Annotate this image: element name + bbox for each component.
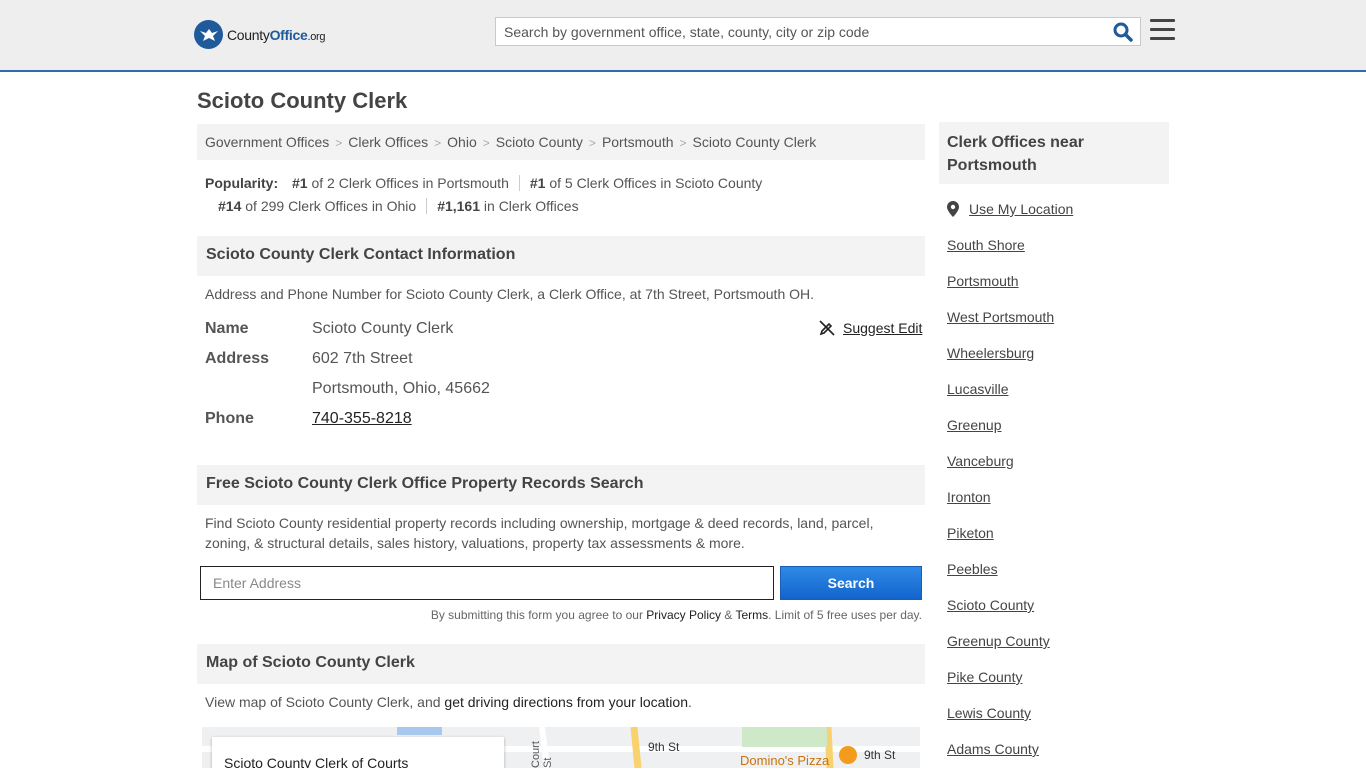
popularity-item: #14 of 299 Clerk Offices in Ohio (218, 198, 417, 214)
breadcrumb-item-scioto-county[interactable]: Scioto County (496, 134, 583, 150)
popularity-divider (518, 175, 520, 191)
nearby-link-portsmouth[interactable]: Portsmouth (947, 273, 1019, 289)
nearby-link-wheelersburg[interactable]: Wheelersburg (947, 345, 1034, 361)
list-item: Lewis County (947, 705, 1054, 741)
list-item: Adams County (947, 741, 1054, 777)
list-item: Portsmouth (947, 273, 1054, 309)
site-search-input[interactable] (496, 18, 1106, 45)
list-item: Pike County (947, 669, 1054, 705)
nearby-link-lewis-county[interactable]: Lewis County (947, 705, 1031, 721)
suggest-edit-link[interactable]: Suggest Edit (819, 320, 922, 336)
map-section-heading: Map of Scioto County Clerk (197, 644, 925, 684)
breadcrumb-item-portsmouth[interactable]: Portsmouth (602, 134, 674, 150)
nearby-link-scioto-county[interactable]: Scioto County (947, 597, 1034, 613)
breadcrumb-item-ohio[interactable]: Ohio (447, 134, 477, 150)
popularity-divider (426, 198, 428, 214)
list-item: Greenup County (947, 633, 1054, 669)
breadcrumb-separator: > (482, 136, 490, 150)
nearby-link-greenup-county[interactable]: Greenup County (947, 633, 1050, 649)
popularity-label: Popularity: (205, 175, 279, 191)
list-item: Piketon (947, 525, 1054, 561)
breadcrumb-item-current: Scioto County Clerk (692, 134, 817, 150)
search-icon[interactable] (1113, 22, 1133, 42)
name-value: Scioto County Clerk (312, 320, 454, 337)
phone-label: Phone (205, 410, 254, 427)
popularity-item: #1 of 5 Clerk Offices in Scioto County (529, 175, 763, 191)
map-embed[interactable]: 9th St 9th St Court St Domino's Pizza Sc… (202, 727, 920, 768)
site-search (495, 17, 1141, 46)
suggest-edit-label: Suggest Edit (843, 320, 923, 336)
page-title: Scioto County Clerk (197, 88, 408, 113)
site-header: CountyOffice.org (0, 0, 1366, 72)
nearby-link-piketon[interactable]: Piketon (947, 525, 994, 541)
sidebar-heading: Clerk Offices near Portsmouth (939, 122, 1169, 184)
edit-off-icon (819, 320, 835, 336)
breadcrumb: Government Offices > Clerk Offices > Ohio > Sc… (197, 124, 925, 160)
list-item: Peebles (947, 561, 1054, 597)
address-line1: 602 7th Street (312, 350, 413, 367)
property-description-line2: zoning, & structural details, sales hist… (205, 535, 745, 551)
map-poi-label: Domino's Pizza (740, 753, 830, 768)
nearby-link-pike-county[interactable]: Pike County (947, 669, 1022, 685)
contact-section-heading: Scioto County Clerk Contact Information (197, 236, 925, 276)
privacy-policy-link[interactable]: Privacy Policy (646, 608, 721, 622)
logo-text: CountyOffice.org (227, 26, 326, 43)
nearby-link-south-shore[interactable]: South Shore (947, 237, 1025, 253)
popularity-rankings: Popularity: #1 of 2 Clerk Offices in Por… (205, 172, 925, 218)
terms-link[interactable]: Terms (735, 608, 768, 622)
breadcrumb-item-government-offices[interactable]: Government Offices (205, 134, 329, 150)
breadcrumb-separator: > (434, 136, 442, 150)
list-item: Lucasville (947, 381, 1054, 417)
list-item: South Shore (947, 237, 1054, 273)
name-label: Name (205, 320, 249, 337)
map-street-label: 9th St (648, 740, 680, 754)
nearby-link-ironton[interactable]: Ironton (947, 489, 991, 505)
contact-description: Address and Phone Number for Scioto Coun… (205, 286, 815, 302)
map-description: View map of Scioto County Clerk, and get… (205, 694, 692, 710)
form-disclaimer: By submitting this form you agree to our… (430, 608, 922, 622)
nearby-link-west-portsmouth[interactable]: West Portsmouth (947, 309, 1054, 325)
use-my-location-link[interactable]: Use My Location (947, 201, 1073, 217)
list-item: Ironton (947, 489, 1054, 525)
list-item: Wheelersburg (947, 345, 1054, 381)
address-label: Address (205, 350, 270, 367)
nearby-link-vanceburg[interactable]: Vanceburg (947, 453, 1014, 469)
map-card-title: Scioto County Clerk of Courts (224, 755, 409, 768)
property-section-heading: Free Scioto County Clerk Office Property… (197, 465, 925, 505)
nearby-link-lucasville[interactable]: Lucasville (947, 381, 1008, 397)
breadcrumb-separator: > (588, 136, 596, 150)
map-street-label: 9th St (864, 748, 896, 762)
address-input[interactable] (200, 566, 774, 600)
property-search-button[interactable]: Search (780, 566, 922, 600)
breadcrumb-item-clerk-offices[interactable]: Clerk Offices (348, 134, 428, 150)
address-line2: Portsmouth, Ohio, 45662 (312, 380, 490, 397)
list-item: West Portsmouth (947, 309, 1054, 345)
map-street-label: Court St (530, 741, 554, 768)
hamburger-menu-icon[interactable] (1150, 19, 1175, 42)
logo-eagle-icon (194, 20, 223, 49)
site-logo[interactable]: CountyOffice.org (194, 20, 326, 49)
nearby-link-peebles[interactable]: Peebles (947, 561, 998, 577)
use-my-location-label: Use My Location (969, 201, 1074, 217)
nearby-offices-list: South Shore Portsmouth West Portsmouth W… (947, 237, 1054, 777)
property-description-line1: Find Scioto County residential property … (205, 515, 874, 531)
map-info-card: Scioto County Clerk of Courts (212, 737, 504, 768)
popularity-item: #1 of 2 Clerk Offices in Portsmouth (292, 175, 509, 191)
nearby-link-adams-county[interactable]: Adams County (947, 741, 1039, 757)
breadcrumb-separator: > (679, 136, 687, 150)
list-item: Greenup (947, 417, 1054, 453)
list-item: Vanceburg (947, 453, 1054, 489)
breadcrumb-separator: > (335, 136, 343, 150)
location-pin-icon (947, 201, 959, 217)
phone-link[interactable]: 740-355-8218 (312, 410, 412, 428)
driving-directions-link[interactable]: get driving directions from your locatio… (444, 694, 688, 710)
nearby-link-greenup[interactable]: Greenup (947, 417, 1001, 433)
list-item: Scioto County (947, 597, 1054, 633)
popularity-item: #1,161 in Clerk Offices (437, 198, 579, 214)
